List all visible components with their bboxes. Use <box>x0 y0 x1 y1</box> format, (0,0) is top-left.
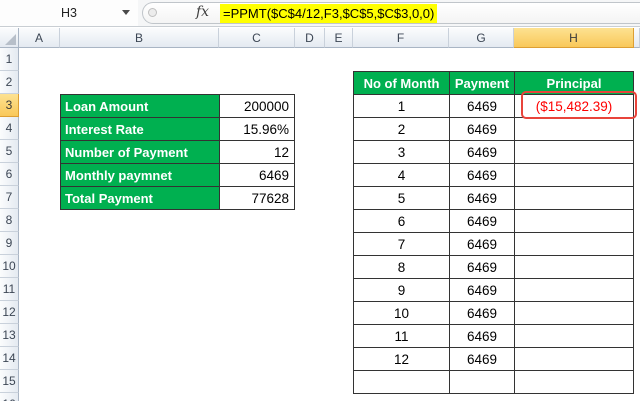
loan-label-cell[interactable]: Interest Rate <box>61 118 220 141</box>
select-all-corner[interactable] <box>0 28 19 48</box>
schedule-header-cell[interactable]: No of Month <box>354 72 450 95</box>
schedule-header-cell[interactable]: Principal <box>515 72 634 95</box>
formula-bar: H3 fx =PPMT($C$4/12,F3,$C$5,$C$3,0,0) <box>0 0 640 27</box>
schedule-payment-cell[interactable]: 6469 <box>450 279 515 302</box>
row-header-5[interactable]: 5 <box>0 140 19 163</box>
schedule-principal-cell[interactable] <box>515 325 634 348</box>
row-header-3[interactable]: 3 <box>0 94 19 117</box>
loan-label-cell[interactable]: Total Payment <box>61 187 220 210</box>
loan-value-cell[interactable]: 15.96% <box>220 118 295 141</box>
schedule-month-cell[interactable]: 12 <box>354 348 450 371</box>
schedule-month-cell[interactable] <box>354 371 450 394</box>
row-header-1[interactable]: 1 <box>0 48 19 71</box>
schedule-month-cell[interactable]: 8 <box>354 256 450 279</box>
spreadsheet-window: H3 fx =PPMT($C$4/12,F3,$C$5,$C$3,0,0) AB… <box>0 0 640 401</box>
row-header-2[interactable]: 2 <box>0 71 19 94</box>
insert-function-icon[interactable]: fx <box>196 4 209 20</box>
row-header-10[interactable]: 10 <box>0 255 19 278</box>
row-header-15[interactable]: 15 <box>0 370 19 393</box>
row-header-16[interactable]: 16 <box>0 393 19 401</box>
schedule-principal-cell[interactable] <box>515 256 634 279</box>
schedule-month-cell[interactable]: 3 <box>354 141 450 164</box>
schedule-principal-cell[interactable] <box>515 348 634 371</box>
schedule-month-cell[interactable]: 6 <box>354 210 450 233</box>
column-header-B[interactable]: B <box>60 28 219 48</box>
schedule-month-cell[interactable]: 4 <box>354 164 450 187</box>
schedule-table: No of MonthPaymentPrincipal16469($15,482… <box>353 71 634 394</box>
column-header-H[interactable]: H <box>514 28 634 48</box>
schedule-header-cell[interactable]: Payment <box>450 72 515 95</box>
schedule-principal-cell[interactable] <box>515 118 634 141</box>
schedule-payment-cell[interactable] <box>450 371 515 394</box>
row-header-14[interactable]: 14 <box>0 347 19 370</box>
formula-bar-splitter-knob[interactable] <box>148 8 157 17</box>
column-header-E[interactable]: E <box>325 28 353 48</box>
row-header-12[interactable]: 12 <box>0 301 19 324</box>
schedule-payment-cell[interactable]: 6469 <box>450 348 515 371</box>
row-header-7[interactable]: 7 <box>0 186 19 209</box>
schedule-principal-cell[interactable] <box>515 164 634 187</box>
loan-value-cell[interactable]: 6469 <box>220 164 295 187</box>
schedule-payment-cell[interactable]: 6469 <box>450 164 515 187</box>
loan-label-cell[interactable]: Loan Amount <box>61 95 220 118</box>
column-header-C[interactable]: C <box>219 28 295 48</box>
column-header-partial[interactable] <box>634 28 640 48</box>
schedule-principal-cell[interactable] <box>515 210 634 233</box>
row-header-6[interactable]: 6 <box>0 163 19 186</box>
schedule-payment-cell[interactable]: 6469 <box>450 256 515 279</box>
select-all-triangle-icon <box>5 34 16 45</box>
row-header-11[interactable]: 11 <box>0 278 19 301</box>
schedule-payment-cell[interactable]: 6469 <box>450 233 515 256</box>
schedule-payment-cell[interactable]: 6469 <box>450 95 515 118</box>
column-header-A[interactable]: A <box>19 28 60 48</box>
schedule-principal-cell[interactable] <box>515 371 634 394</box>
row-header-8[interactable]: 8 <box>0 209 19 232</box>
row-header-4[interactable]: 4 <box>0 117 19 140</box>
row-header-9[interactable]: 9 <box>0 232 19 255</box>
schedule-month-cell[interactable]: 2 <box>354 118 450 141</box>
name-box-value: H3 <box>61 6 77 20</box>
name-box-dropdown-icon[interactable] <box>122 10 130 15</box>
column-header-F[interactable]: F <box>353 28 449 48</box>
loan-summary-table: Loan Amount200000Interest Rate15.96%Numb… <box>60 94 295 210</box>
loan-value-cell[interactable]: 12 <box>220 141 295 164</box>
schedule-payment-cell[interactable]: 6469 <box>450 187 515 210</box>
schedule-principal-cell[interactable] <box>515 233 634 256</box>
schedule-principal-cell[interactable] <box>515 187 634 210</box>
schedule-principal-cell[interactable] <box>515 141 634 164</box>
row-header-13[interactable]: 13 <box>0 324 19 347</box>
schedule-month-cell[interactable]: 9 <box>354 279 450 302</box>
schedule-month-cell[interactable]: 5 <box>354 187 450 210</box>
schedule-principal-cell[interactable] <box>515 279 634 302</box>
schedule-payment-cell[interactable]: 6469 <box>450 141 515 164</box>
schedule-payment-cell[interactable]: 6469 <box>450 210 515 233</box>
formula-input[interactable]: =PPMT($C$4/12,F3,$C$5,$C$3,0,0) <box>220 4 437 23</box>
schedule-payment-cell[interactable]: 6469 <box>450 302 515 325</box>
name-box[interactable]: H3 <box>0 0 138 26</box>
loan-value-cell[interactable]: 200000 <box>220 95 295 118</box>
column-header-G[interactable]: G <box>449 28 514 48</box>
schedule-principal-cell[interactable] <box>515 302 634 325</box>
schedule-principal-cell[interactable]: ($15,482.39) <box>515 95 634 118</box>
schedule-month-cell[interactable]: 11 <box>354 325 450 348</box>
loan-label-cell[interactable]: Number of Payment <box>61 141 220 164</box>
schedule-payment-cell[interactable]: 6469 <box>450 118 515 141</box>
schedule-payment-cell[interactable]: 6469 <box>450 325 515 348</box>
loan-label-cell[interactable]: Monthly paymnet <box>61 164 220 187</box>
loan-value-cell[interactable]: 77628 <box>220 187 295 210</box>
schedule-month-cell[interactable]: 1 <box>354 95 450 118</box>
column-header-D[interactable]: D <box>295 28 325 48</box>
schedule-month-cell[interactable]: 10 <box>354 302 450 325</box>
schedule-month-cell[interactable]: 7 <box>354 233 450 256</box>
